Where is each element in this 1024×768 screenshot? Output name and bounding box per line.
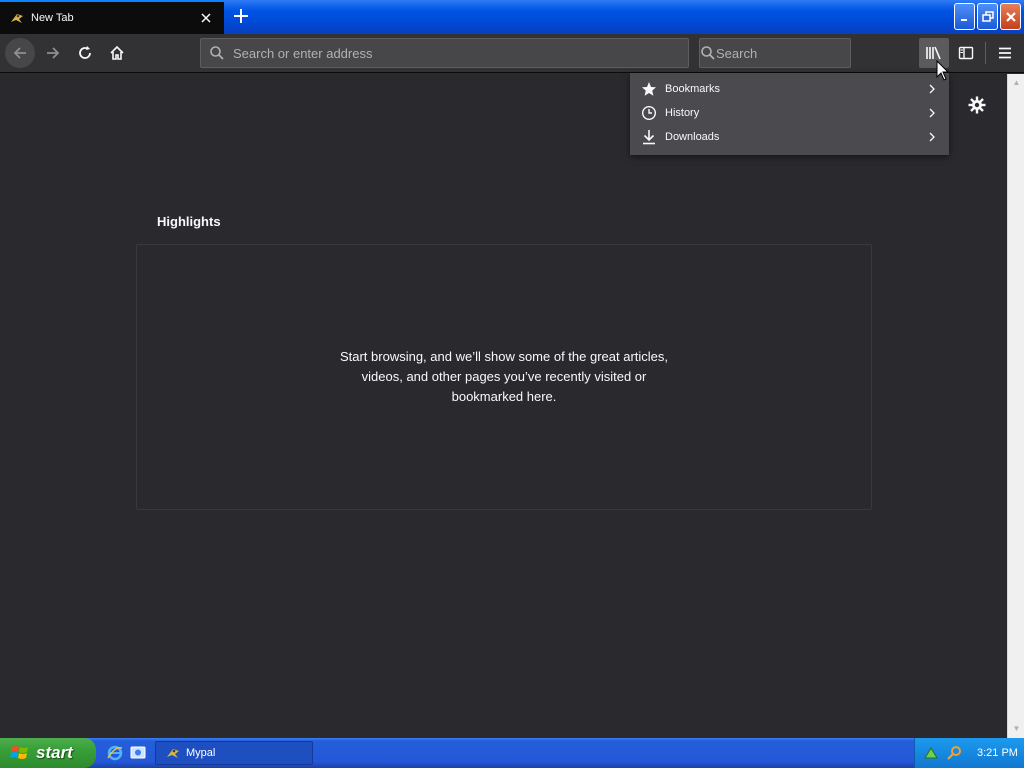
toolbar-separator	[985, 42, 986, 64]
back-button[interactable]	[5, 38, 35, 68]
windows-logo-icon	[10, 744, 30, 762]
library-menu-item-downloads[interactable]: Downloads	[630, 125, 949, 149]
tab-new-tab[interactable]: New Tab	[0, 0, 224, 34]
minimize-button[interactable]	[954, 3, 975, 30]
library-menu-label: Bookmarks	[665, 83, 721, 95]
mouse-pointer-icon	[936, 59, 950, 86]
highlights-heading: Highlights	[157, 214, 221, 229]
chevron-right-icon	[927, 108, 937, 118]
download-icon	[641, 129, 657, 145]
address-bar[interactable]	[200, 38, 689, 68]
internet-explorer-icon[interactable]	[105, 743, 125, 763]
taskbar-item-label: Mypal	[186, 747, 216, 759]
star-icon	[641, 81, 657, 97]
show-desktop-icon[interactable]	[128, 743, 148, 763]
library-menu: Bookmarks History Downloads	[630, 73, 949, 155]
search-icon	[201, 45, 233, 61]
scroll-up-arrow-icon[interactable]: ▲	[1012, 78, 1021, 87]
search-input[interactable]	[716, 45, 892, 61]
tab-close-icon[interactable]	[198, 10, 214, 26]
library-menu-item-history[interactable]: History	[630, 101, 949, 125]
tab-title: New Tab	[31, 12, 74, 24]
mypal-favicon-icon	[9, 10, 25, 26]
address-input[interactable]	[233, 45, 688, 61]
new-tab-button[interactable]	[229, 4, 253, 28]
start-label: start	[36, 743, 73, 762]
reload-button[interactable]	[70, 38, 100, 68]
navigation-toolbar	[0, 34, 1024, 73]
search-tray-icon[interactable]	[947, 745, 963, 761]
library-menu-label: History	[665, 107, 700, 119]
search-icon	[700, 45, 716, 61]
highlights-empty-message: Start browsing, and we’ll show some of t…	[339, 349, 669, 404]
start-button[interactable]: start	[0, 738, 96, 768]
search-bar[interactable]	[699, 38, 892, 68]
library-menu-item-bookmarks[interactable]: Bookmarks	[630, 77, 949, 101]
clock-icon	[641, 105, 657, 121]
mypal-favicon-icon	[165, 745, 181, 761]
forward-button[interactable]	[38, 38, 68, 68]
scroll-down-arrow-icon[interactable]: ▼	[1012, 724, 1021, 733]
library-menu-label: Downloads	[665, 131, 720, 143]
vertical-scrollbar[interactable]: ▲ ▼	[1007, 74, 1024, 738]
restore-button[interactable]	[977, 3, 998, 30]
settings-gear-icon[interactable]	[966, 94, 988, 116]
title-bar: New Tab	[0, 0, 1024, 34]
system-tray: 3:21 PM	[914, 738, 1024, 768]
chevron-right-icon	[927, 132, 937, 142]
network-tray-icon[interactable]	[923, 745, 939, 761]
sidebar-toggle-button[interactable]	[951, 38, 981, 68]
taskbar-clock: 3:21 PM	[977, 747, 1018, 759]
highlights-empty-box: Start browsing, and we’ll show some of t…	[136, 244, 872, 510]
window-close-button[interactable]	[1000, 3, 1021, 30]
hamburger-menu-button[interactable]	[990, 38, 1020, 68]
taskbar-item-mypal[interactable]: Mypal	[155, 741, 313, 765]
home-button[interactable]	[102, 38, 132, 68]
taskbar: start Mypal 3:21 PM	[0, 738, 1024, 768]
